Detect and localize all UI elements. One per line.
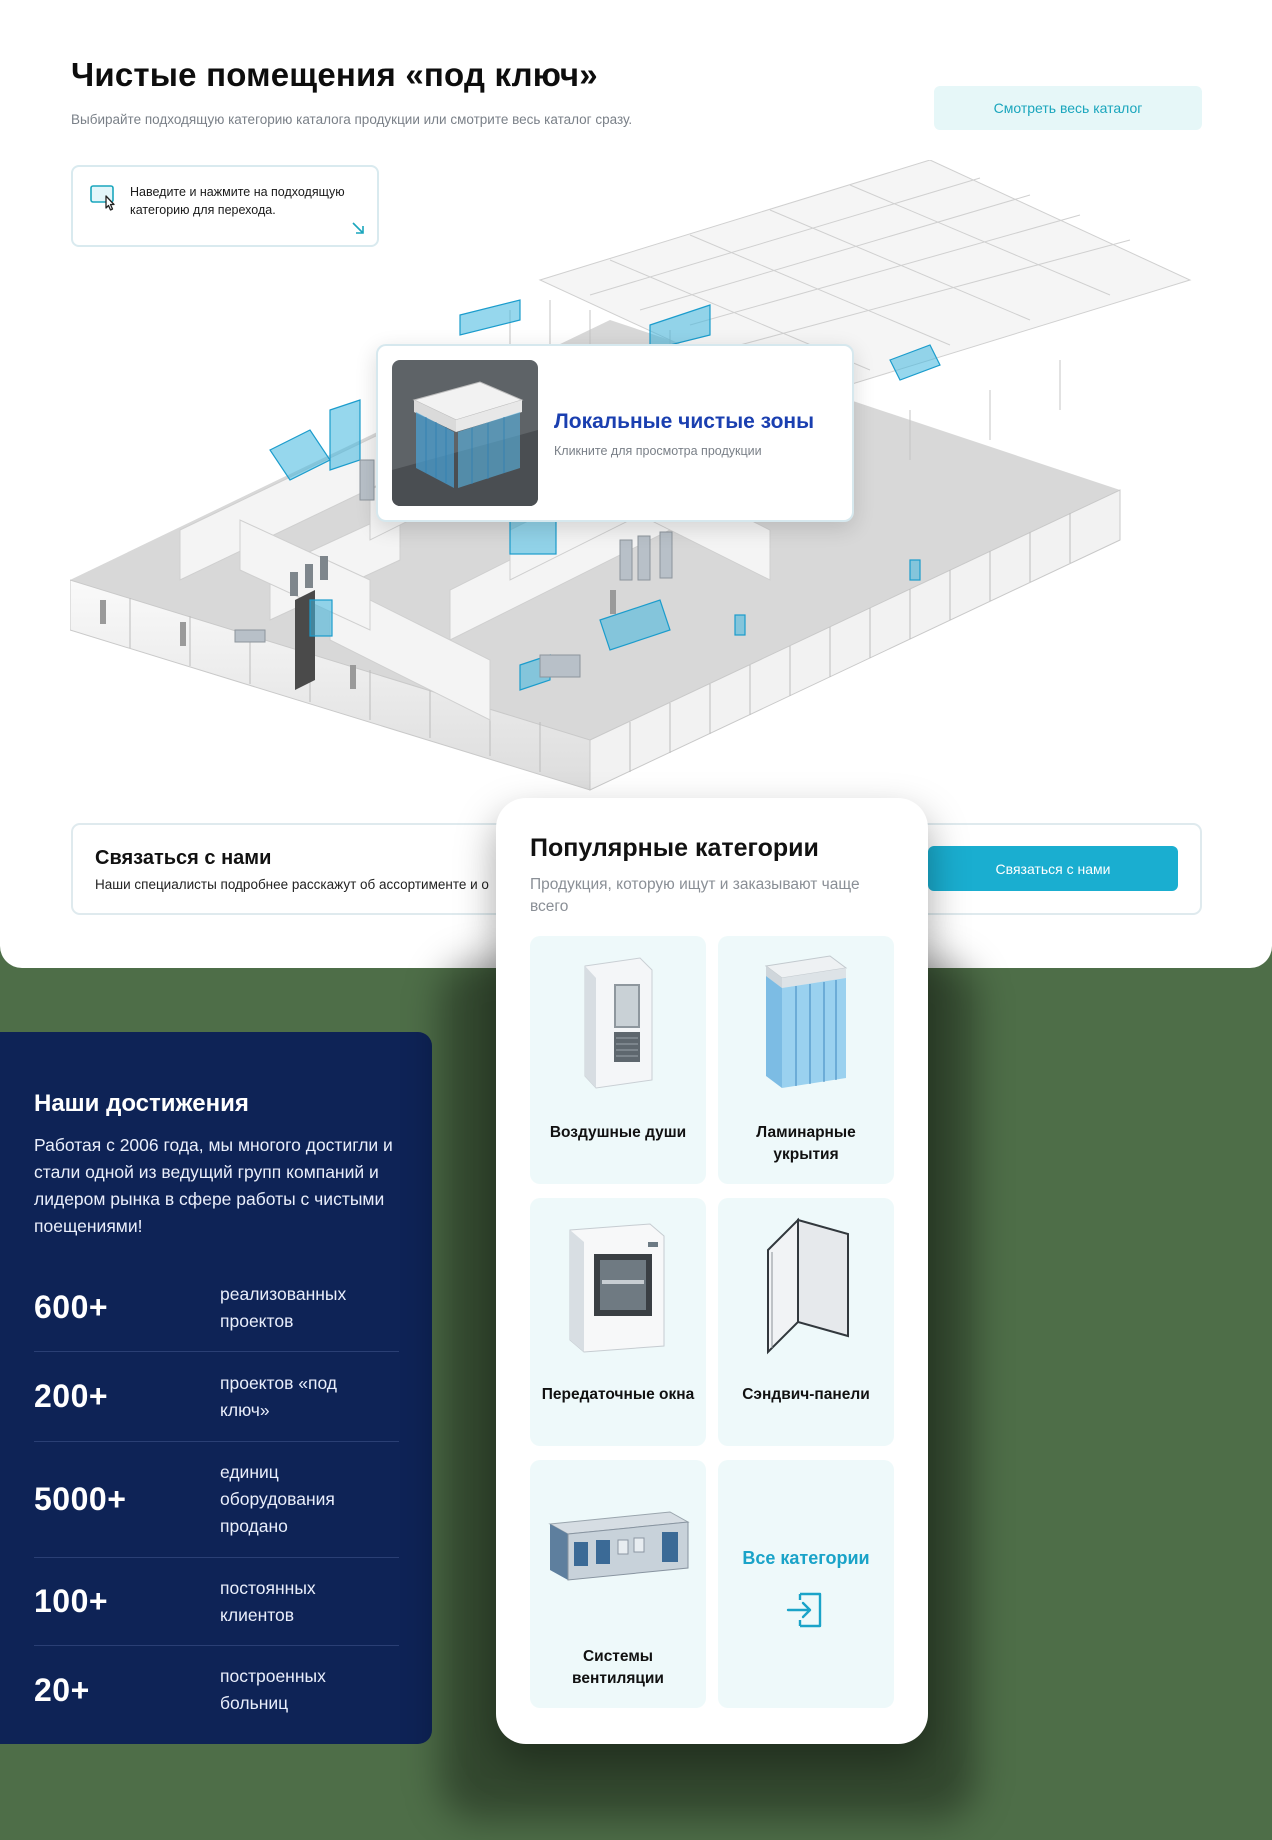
category-card-ventilation[interactable]: Системы вентиляции: [530, 1460, 706, 1708]
category-card-pass-boxes[interactable]: Передаточные окна: [530, 1198, 706, 1446]
hint-text: Наведите и нажмите на подходящую категор…: [130, 185, 345, 217]
achievement-row: 200+ проектов «под ключ»: [34, 1352, 399, 1442]
category-label: Ламинарные укрытия: [756, 1124, 856, 1163]
achievements-title: Наши достижения: [34, 1090, 249, 1117]
achievement-row: 5000+ единиц оборудования продано: [34, 1442, 399, 1558]
achievement-number: 600+: [34, 1289, 109, 1325]
contact-title: Связаться с нами: [95, 847, 272, 869]
achievement-label: построенных больниц: [220, 1666, 326, 1713]
category-label: Воздушные души: [549, 1124, 687, 1141]
sandwich-panel-icon: [767, 1217, 849, 1355]
achievement-label: проектов «под ключ»: [220, 1372, 338, 1420]
achievement-number: 200+: [34, 1378, 109, 1414]
category-label: Системы вентиляции: [572, 1648, 664, 1687]
local-clean-zone-image: [392, 360, 538, 506]
page-title: Чистые помещения «под ключ»: [71, 56, 598, 93]
achievement-label: единиц оборудования продано: [220, 1462, 335, 1536]
local-clean-zones-card[interactable]: Локальные чистые зоны Кликните для просм…: [376, 344, 854, 522]
pointer-click-icon: [90, 185, 115, 211]
achievement-label: постоянных клиентов: [220, 1577, 316, 1625]
contact-subtitle: Наши специалисты подробнее расскажут об …: [95, 877, 489, 892]
popular-subtitle: Продукция, которую ищут и заказывают чащ…: [530, 876, 860, 915]
category-card-air-showers[interactable]: Воздушные души: [530, 936, 706, 1184]
air-shower-icon: [584, 957, 653, 1089]
achievements-text: Работая с 2006 года, мы многого достигли…: [34, 1135, 393, 1236]
category-card-laminar-hoods[interactable]: Ламинарные укрытия: [718, 936, 894, 1184]
all-categories-card[interactable]: Все категории: [718, 1460, 894, 1708]
laminar-hood-icon: [764, 955, 848, 1088]
achievement-number: 5000+: [34, 1481, 127, 1517]
page-subtitle: Выбирайте подходящую категорию каталога …: [71, 112, 633, 127]
popular-title: Популярные категории: [530, 834, 819, 862]
achievement-number: 20+: [34, 1671, 90, 1708]
achievement-row: 20+ построенных больниц: [34, 1646, 399, 1734]
category-label: Передаточные окна: [541, 1386, 695, 1403]
popular-categories-phone: Популярные категории Продукция, которую …: [496, 798, 928, 1744]
achievements-card: Наши достижения Работая с 2006 года, мы …: [0, 1032, 432, 1744]
view-catalog-button[interactable]: Смотреть весь каталог: [934, 86, 1202, 130]
achievement-row: 100+ постоянных клиентов: [34, 1558, 399, 1646]
ventilation-unit-icon: [548, 1511, 690, 1581]
achievement-row: 600+ реализованных проектов: [34, 1264, 399, 1352]
category-label: Сэндвич-панели: [742, 1386, 870, 1403]
contact-us-button[interactable]: Связаться с нами: [928, 846, 1178, 891]
category-card-sandwich-panels[interactable]: Сэндвич-панели: [718, 1198, 894, 1446]
pass-box-icon: [569, 1223, 665, 1353]
zone-title: Локальные чистые зоны: [554, 410, 815, 433]
achievements-list: 600+ реализованных проектов 200+ проекто…: [34, 1264, 399, 1734]
arrow-down-right-icon: [352, 222, 364, 234]
achievement-number: 100+: [34, 1583, 109, 1619]
all-categories-label: Все категории: [742, 1548, 870, 1568]
login-arrow-icon: [786, 1592, 822, 1628]
achievement-label: реализованных проектов: [220, 1283, 347, 1331]
zone-subtitle: Кликните для просмотра продукции: [554, 444, 762, 458]
category-grid: Воздушные души Ламинарные укрытия Переда…: [530, 936, 894, 1708]
hint-box: Наведите и нажмите на подходящую категор…: [71, 165, 379, 247]
